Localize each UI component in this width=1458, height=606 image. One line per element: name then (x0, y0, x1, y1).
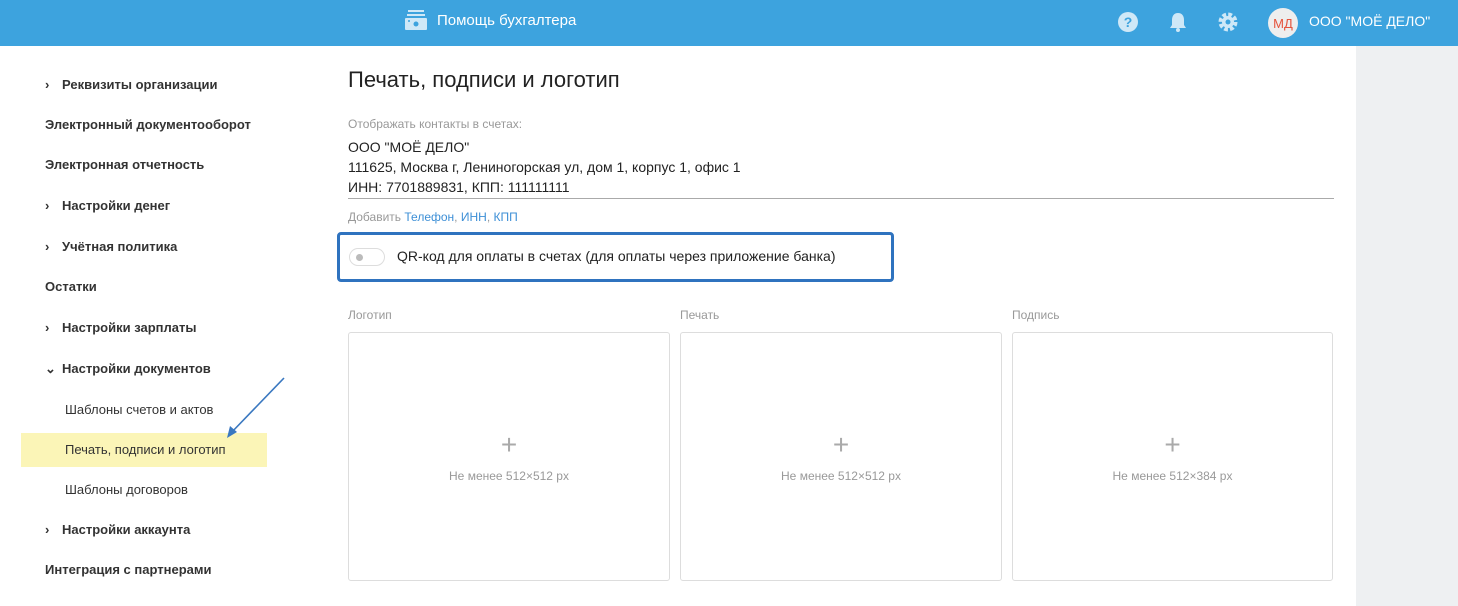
sidebar-item-money[interactable]: › Настройки денег (45, 196, 170, 216)
svg-text:?: ? (1124, 14, 1133, 30)
sidebar-item-policy[interactable]: › Учётная политика (45, 237, 177, 257)
stamp-upload[interactable]: + Не менее 512×512 px (680, 332, 1002, 581)
contacts-label: Отображать контакты в счетах: (348, 117, 523, 131)
plus-icon: + (832, 429, 850, 460)
chevron-right-icon: › (45, 522, 50, 537)
add-prefix: Добавить (348, 210, 402, 224)
qr-code-highlight-box: QR-код для оплаты в счетах (для оплаты ч… (337, 232, 894, 282)
sidebar-item-account[interactable]: › Настройки аккаунта (45, 520, 190, 540)
upload-hint: Не менее 512×512 px (449, 469, 569, 483)
annotation-arrow-icon (227, 377, 285, 438)
signature-upload[interactable]: + Не менее 512×384 px (1012, 332, 1333, 581)
upload-hint: Не менее 512×384 px (1112, 469, 1233, 483)
add-kpp-link[interactable]: КПП (493, 210, 517, 224)
sidebar-subitem-contract-templates[interactable]: Шаблоны договоров (65, 480, 188, 500)
add-contacts: Добавить Телефон, ИНН, КПП (348, 210, 518, 224)
sidebar-item-balances[interactable]: Остатки (45, 277, 97, 297)
sidebar-subitem-invoice-templates[interactable]: Шаблоны счетов и актов (65, 400, 213, 420)
sidebar-item-requisites[interactable]: › Реквизиты организации (45, 75, 217, 95)
contact-org: ООО "МОЁ ДЕЛО" (348, 139, 470, 155)
sidebar-item-label: Реквизиты организации (62, 77, 218, 92)
sidebar-item-edo[interactable]: Электронный документооборот (45, 115, 251, 135)
signature-label: Подпись (1012, 308, 1060, 322)
separator: , (454, 210, 461, 224)
contact-address: 111625, Москва г, Лениногорская ул, дом … (348, 159, 741, 175)
chevron-right-icon: › (45, 198, 50, 213)
add-phone-link[interactable]: Телефон (404, 210, 454, 224)
gear-icon[interactable] (1217, 11, 1239, 33)
sidebar: › Реквизиты организации Электронный докум… (0, 46, 330, 606)
app-title: Помощь бухгалтера (437, 11, 577, 29)
cash-register-icon (405, 10, 427, 30)
chevron-right-icon: › (45, 320, 50, 335)
sidebar-subitem-stamp-signature-logo[interactable]: Печать, подписи и логотип (65, 440, 226, 460)
plus-icon: + (1164, 429, 1181, 460)
qr-code-toggle[interactable] (349, 248, 385, 266)
upload-hint: Не менее 512×512 px (781, 469, 901, 483)
sidebar-item-salary[interactable]: › Настройки зарплаты (45, 318, 196, 338)
sidebar-item-label: Настройки документов (62, 361, 211, 376)
bell-icon[interactable] (1167, 11, 1189, 33)
avatar[interactable]: МД (1268, 8, 1298, 38)
app-brand[interactable]: Помощь бухгалтера (405, 10, 576, 30)
help-icon[interactable]: ? (1117, 11, 1139, 33)
top-bar: Помощь бухгалтера ? МД ООО "МОЁ ДЕЛО" (0, 0, 1458, 46)
org-name[interactable]: ООО "МОЁ ДЕЛО" (1309, 13, 1430, 29)
stamp-label: Печать (680, 308, 720, 322)
chevron-right-icon: › (45, 239, 50, 254)
contacts-field[interactable]: ООО "МОЁ ДЕЛО" 111625, Москва г, Лениног… (348, 137, 1334, 199)
sidebar-item-label: Настройки аккаунта (62, 522, 191, 537)
add-inn-link[interactable]: ИНН (461, 210, 487, 224)
sidebar-item-documents[interactable]: ⌄ Настройки документов (45, 359, 211, 379)
sidebar-item-integration[interactable]: Интеграция с партнерами (45, 560, 211, 580)
right-panel (1356, 46, 1458, 606)
chevron-right-icon: › (45, 77, 50, 92)
sidebar-item-reporting[interactable]: Электронная отчетность (45, 155, 204, 175)
plus-icon: + (500, 429, 518, 460)
logo-label: Логотип (348, 308, 392, 322)
chevron-down-icon: ⌄ (45, 361, 56, 376)
qr-code-label: QR-код для оплаты в счетах (для оплаты ч… (397, 248, 836, 264)
page-title: Печать, подписи и логотип (348, 67, 620, 92)
sidebar-item-label: Учётная политика (62, 239, 178, 254)
sidebar-item-label: Настройки денег (62, 198, 171, 213)
logo-upload[interactable]: + Не менее 512×512 px (348, 332, 670, 581)
sidebar-item-label: Настройки зарплаты (62, 320, 197, 335)
contact-inn-kpp: ИНН: 7701889831, КПП: 111111111 (348, 179, 570, 195)
